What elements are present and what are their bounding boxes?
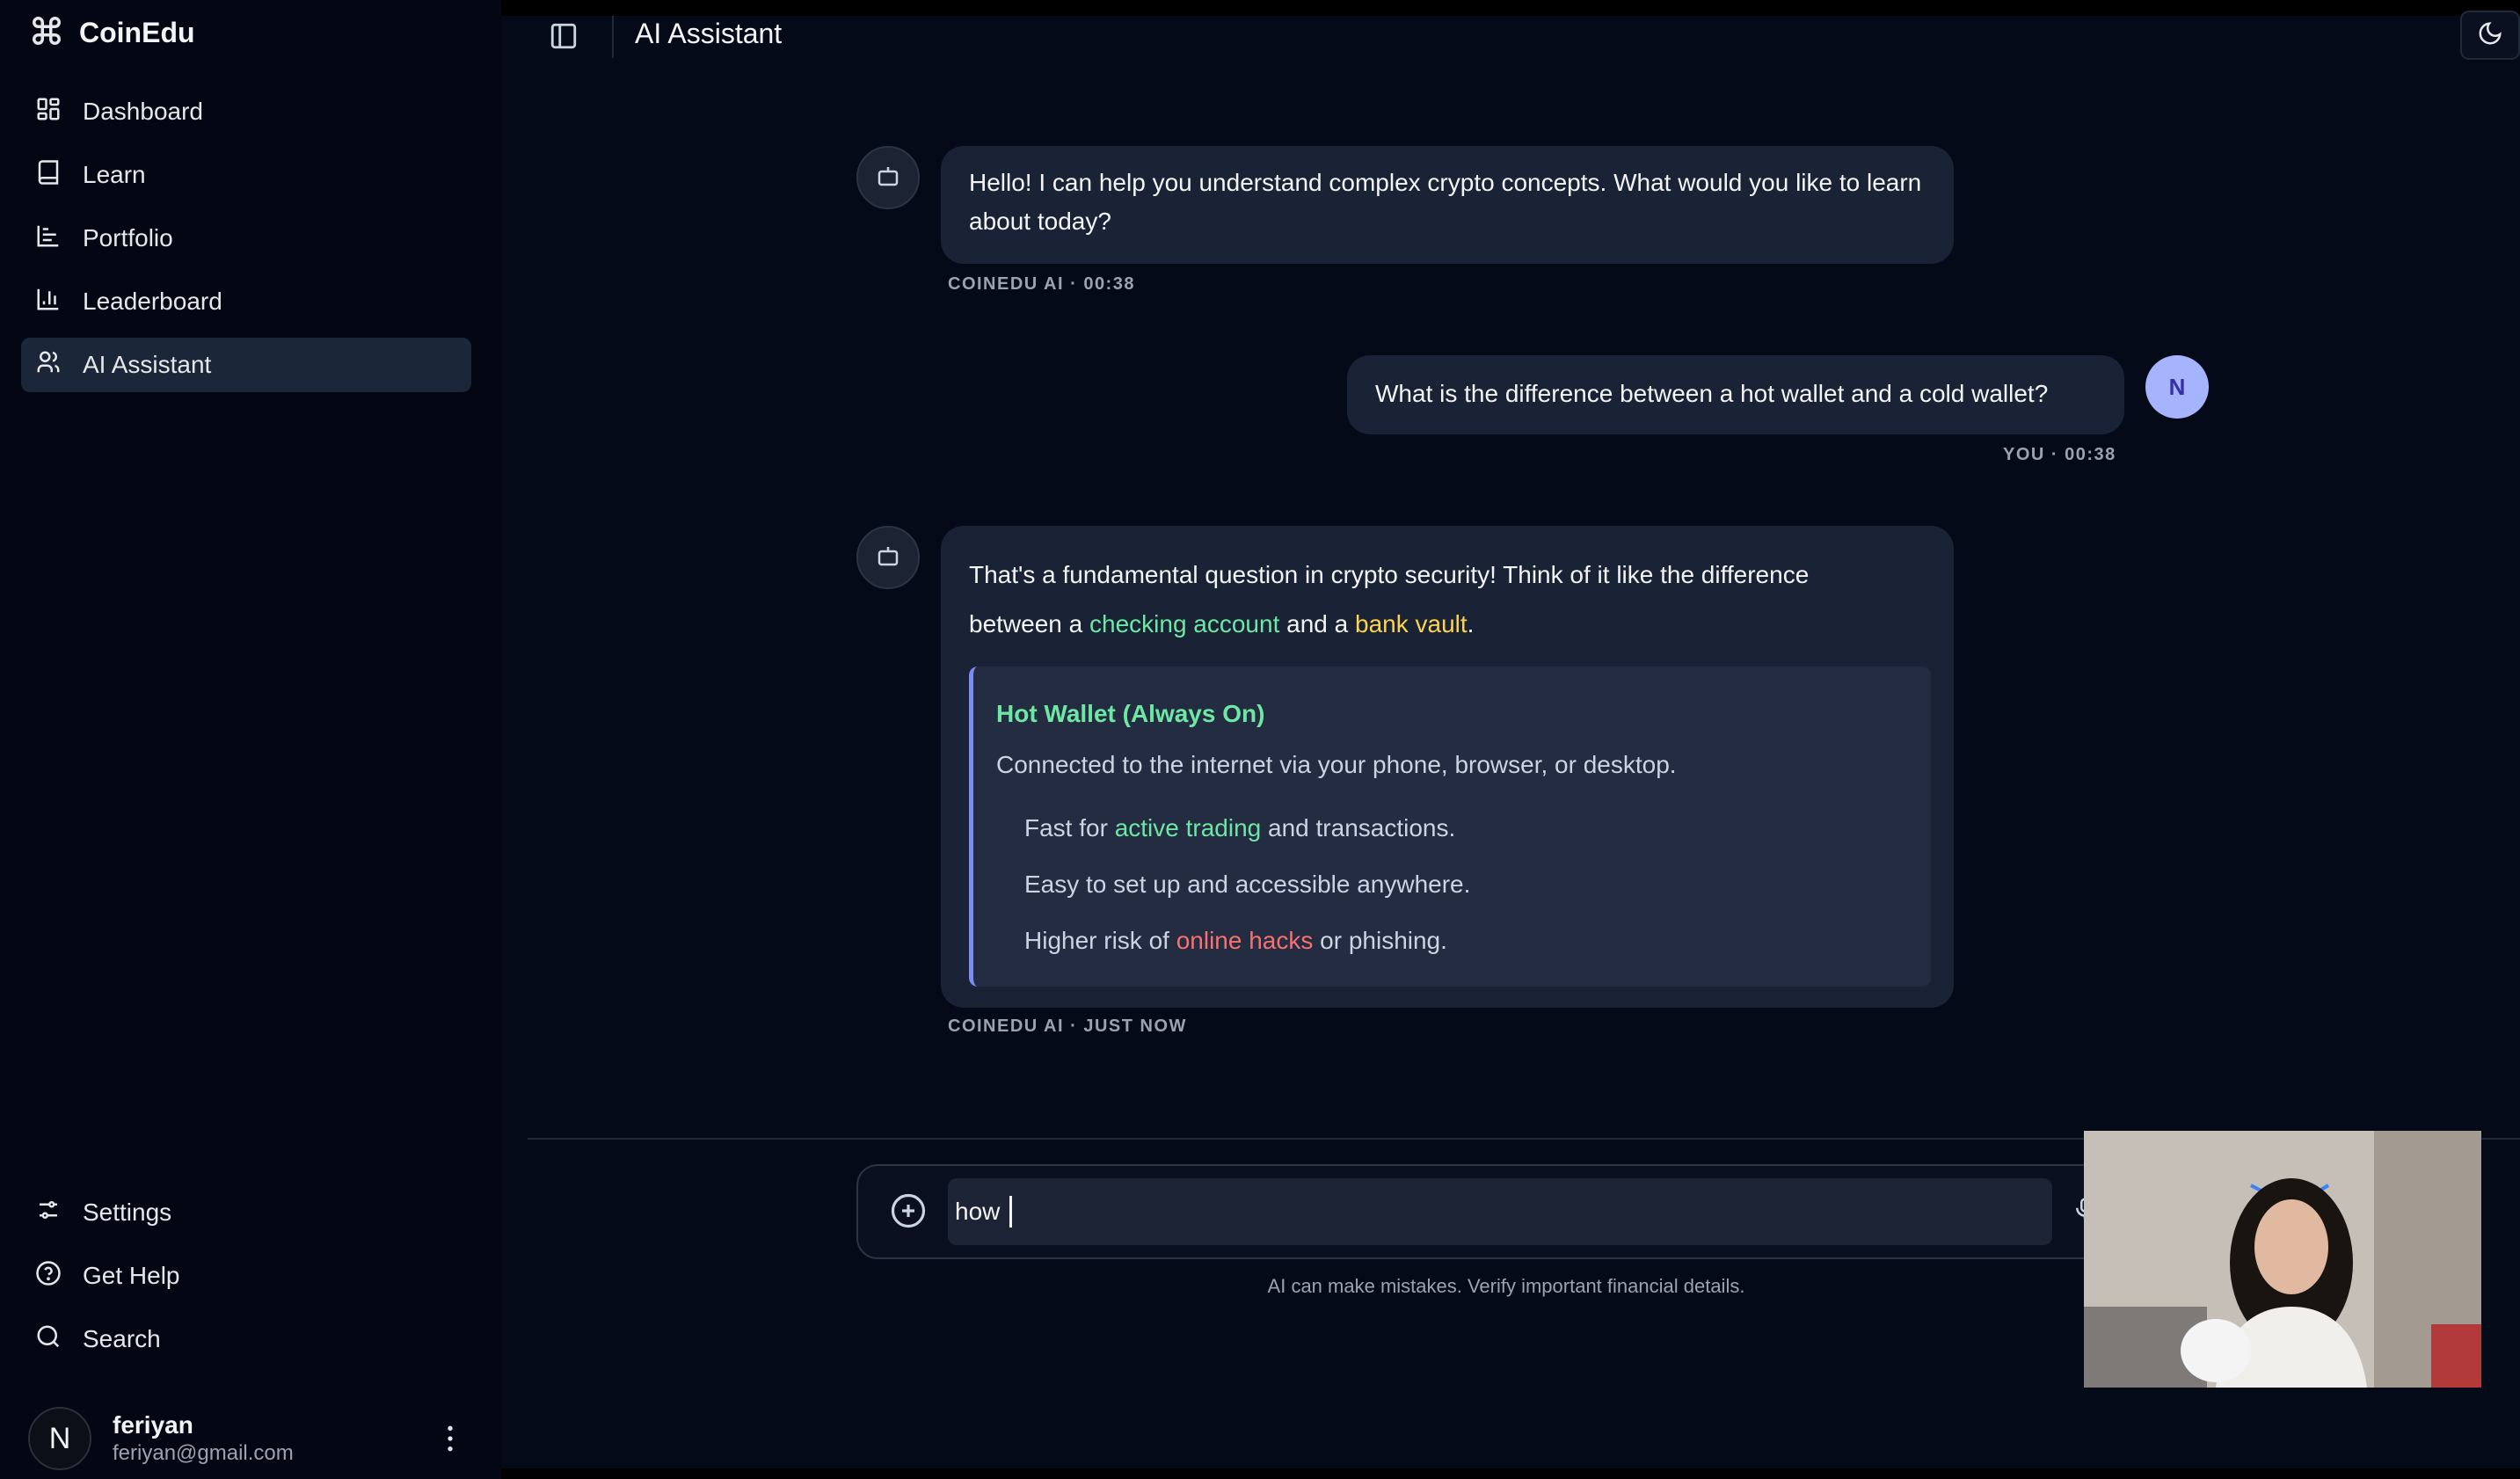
message-text: . xyxy=(1467,610,1475,638)
command-icon xyxy=(30,14,63,52)
sidebar-item-leaderboard[interactable]: Leaderboard xyxy=(21,274,471,329)
help-circle-icon xyxy=(35,1260,62,1293)
brand-name: CoinEdu xyxy=(79,17,195,48)
sidebar-item-portfolio[interactable]: Portfolio xyxy=(21,211,471,266)
chart-line-icon xyxy=(35,222,62,255)
sidebar-item-dashboard[interactable]: Dashboard xyxy=(21,84,471,139)
sidebar-item-learn[interactable]: Learn xyxy=(21,148,471,202)
card-description: Connected to the internet via your phone… xyxy=(996,751,1677,778)
sidebar-item-label: AI Assistant xyxy=(83,351,212,378)
list-item-text: Higher risk of xyxy=(1024,927,1176,954)
users-icon xyxy=(35,349,62,382)
card-title: Hot Wallet (Always On) xyxy=(996,700,1265,727)
list-item-text: and transactions. xyxy=(1261,814,1456,842)
sidebar-item-search[interactable]: Search xyxy=(21,1312,471,1366)
avatar: N xyxy=(2145,355,2209,419)
brand[interactable]: CoinEdu xyxy=(30,14,195,52)
search-icon xyxy=(35,1323,62,1356)
message-input[interactable] xyxy=(948,1178,2052,1245)
sidebar: CoinEdu Dashboard Learn Portfolio Leader… xyxy=(0,0,501,1479)
sidebar-item-label: Dashboard xyxy=(83,98,203,125)
list-item: Easy to set up and accessible anywhere. xyxy=(1024,871,1471,898)
add-attachment-icon[interactable] xyxy=(890,1192,927,1234)
highlight-term: active trading xyxy=(1114,814,1262,842)
message-input-value: how xyxy=(955,1198,1001,1225)
webcam-person-image xyxy=(2084,1131,2481,1388)
header-divider xyxy=(612,16,614,58)
bot-icon xyxy=(875,543,901,573)
bot-message: That's a fundamental question in crypto … xyxy=(941,526,1954,1008)
sidebar-item-label: Leaderboard xyxy=(83,288,222,315)
page-title: AI Assistant xyxy=(635,18,783,49)
sliders-icon xyxy=(35,1197,62,1229)
text-caret xyxy=(1009,1196,1012,1228)
sidebar-item-ai-assistant[interactable]: AI Assistant xyxy=(21,338,471,392)
message-text: What is the difference between a hot wal… xyxy=(1375,380,2049,407)
message-text: Hello! I can help you understand complex… xyxy=(969,169,1922,235)
message-text: That's a fundamental question in crypto … xyxy=(969,561,1810,588)
header: AI Assistant xyxy=(501,11,2520,69)
list-item-text: Fast for xyxy=(1024,814,1115,842)
sidebar-item-settings[interactable]: Settings xyxy=(21,1185,471,1240)
highlight-term: online hacks xyxy=(1176,927,1314,954)
bot-avatar xyxy=(856,146,920,209)
sidebar-nav: Dashboard Learn Portfolio Leaderboard AI… xyxy=(21,84,471,401)
message-text: between a xyxy=(969,610,1089,638)
sidebar-item-get-help[interactable]: Get Help xyxy=(21,1249,471,1303)
message-composer: how xyxy=(856,1164,2105,1259)
user-message: What is the difference between a hot wal… xyxy=(1347,355,2124,434)
message-meta: COINEDU AI · 00:38 xyxy=(948,274,1135,294)
user-name: feriyan xyxy=(113,1411,193,1439)
sidebar-toggle-icon[interactable] xyxy=(549,21,579,55)
sidebar-item-label: Portfolio xyxy=(83,224,173,251)
list-item: Fast for active trading and transactions… xyxy=(1024,809,1455,848)
list-item: Higher risk of online hacks or phishing. xyxy=(1024,922,1447,960)
sidebar-item-label: Get Help xyxy=(83,1262,180,1289)
sidebar-secondary-nav: Settings Get Help Search xyxy=(21,1185,471,1375)
message-text: and a xyxy=(1279,610,1355,638)
highlight-term: bank vault xyxy=(1355,610,1468,638)
grid-icon xyxy=(35,96,62,128)
info-card: Hot Wallet (Always On) Connected to the … xyxy=(969,667,1931,987)
theme-toggle-button[interactable] xyxy=(2460,11,2520,60)
bot-avatar xyxy=(856,526,920,589)
message-meta: COINEDU AI · JUST NOW xyxy=(948,1016,1187,1036)
user-profile[interactable]: N feriyan feriyan@gmail.com xyxy=(28,1407,468,1470)
moon-icon xyxy=(2477,20,2503,51)
highlight-term: checking account xyxy=(1089,610,1280,638)
sidebar-item-label: Learn xyxy=(83,161,146,188)
user-email: feriyan@gmail.com xyxy=(113,1441,294,1465)
sidebar-item-label: Search xyxy=(83,1325,161,1352)
webcam-overlay[interactable] xyxy=(2084,1131,2481,1388)
bot-message: Hello! I can help you understand complex… xyxy=(941,146,1954,264)
bot-icon xyxy=(875,163,901,193)
bar-chart-icon xyxy=(35,286,62,318)
more-vertical-icon[interactable] xyxy=(433,1421,468,1461)
book-icon xyxy=(35,159,62,192)
avatar: N xyxy=(28,1407,91,1470)
list-item-text: or phishing. xyxy=(1313,927,1447,954)
sidebar-item-label: Settings xyxy=(83,1198,172,1226)
message-meta: YOU · 00:38 xyxy=(2003,445,2116,464)
